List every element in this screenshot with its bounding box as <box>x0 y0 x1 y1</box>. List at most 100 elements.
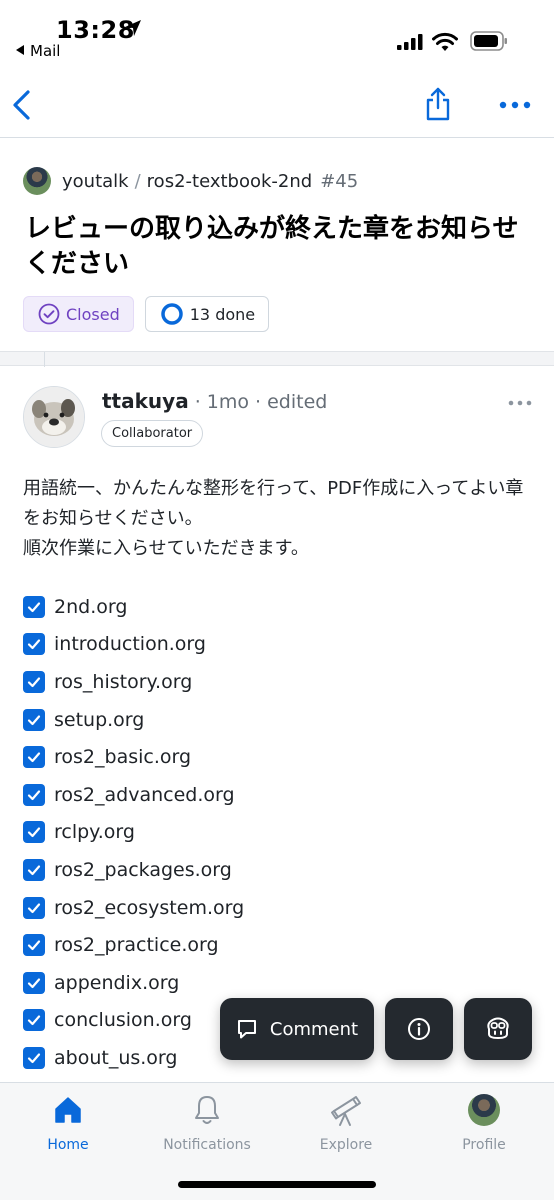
task-checkbox[interactable] <box>23 595 45 618</box>
comment-button-label: Comment <box>269 1018 359 1040</box>
task-item: ros2_practice.org <box>23 926 244 964</box>
task-item: 2nd.org <box>23 588 244 626</box>
checkmark-icon <box>27 902 41 913</box>
tab-profile-label: Profile <box>462 1137 506 1153</box>
task-label: ros_history.org <box>54 670 193 693</box>
task-checkbox[interactable] <box>23 670 45 693</box>
task-checkbox[interactable] <box>23 896 45 919</box>
copilot-button[interactable] <box>464 998 532 1060</box>
progress-ring-icon <box>161 303 183 325</box>
check-circle-icon <box>38 303 60 325</box>
bulldog-avatar-image <box>24 387 84 447</box>
collaborator-badge: Collaborator <box>101 420 204 447</box>
wifi-icon <box>432 32 458 51</box>
checkmark-icon <box>27 940 41 951</box>
task-item: ros2_advanced.org <box>23 776 244 814</box>
task-label: 2nd.org <box>54 595 128 618</box>
checkmark-icon <box>27 865 41 876</box>
task-item: ros2_packages.org <box>23 851 244 889</box>
task-label: setup.org <box>54 708 145 731</box>
back-chevron-icon[interactable] <box>10 88 34 122</box>
timeline-line <box>44 352 45 367</box>
task-label: ros2_ecosystem.org <box>54 896 245 919</box>
task-label: ros2_advanced.org <box>54 783 235 806</box>
task-item: ros2_ecosystem.org <box>23 889 244 927</box>
task-checkbox[interactable] <box>23 934 45 957</box>
cellular-signal-icon <box>397 34 423 50</box>
comment-more-icon[interactable] <box>508 399 532 407</box>
task-item: rclpy.org <box>23 814 244 852</box>
checkmark-icon <box>27 978 41 988</box>
navigation-bar <box>0 70 554 138</box>
task-label: ros2_packages.org <box>54 858 232 881</box>
tab-explore-label: Explore <box>319 1137 373 1153</box>
tab-notifications-label: Notifications <box>163 1137 251 1153</box>
checkmark-icon <box>27 752 41 763</box>
more-options-icon[interactable] <box>499 100 531 110</box>
task-item: appendix.org <box>23 964 244 1002</box>
repo-owner-link[interactable]: youtalk <box>62 171 129 192</box>
task-checkbox[interactable] <box>23 746 45 769</box>
task-label: appendix.org <box>54 971 180 994</box>
issue-title: レビューの取り込みが終えた章をお知らせください <box>25 214 519 279</box>
task-checkbox[interactable] <box>23 1009 45 1032</box>
task-checkbox[interactable] <box>23 971 45 994</box>
tab-home-label: Home <box>47 1137 89 1153</box>
task-checkbox[interactable] <box>23 858 45 881</box>
task-checkbox[interactable] <box>23 783 45 806</box>
issue-number: #45 <box>320 170 359 192</box>
tasks-done-label: 13 done <box>189 304 256 324</box>
task-checkbox[interactable] <box>23 633 45 656</box>
back-app-label: Mail <box>30 42 61 60</box>
repo-owner-avatar[interactable] <box>23 167 51 195</box>
comment-author-line: ttakuya · 1mo · edited <box>102 389 327 413</box>
section-divider <box>0 351 554 367</box>
checkmark-icon <box>27 827 41 838</box>
profile-avatar <box>468 1094 500 1126</box>
task-checkbox[interactable] <box>23 821 45 844</box>
tab-notifications[interactable]: Notifications <box>152 1093 262 1153</box>
task-label: introduction.org <box>54 633 206 656</box>
checkmark-icon <box>27 1053 41 1064</box>
repo-name-link[interactable]: ros2-textbook-2nd <box>147 171 313 192</box>
comment-author-avatar[interactable] <box>23 386 85 448</box>
task-label: ros2_basic.org <box>54 746 192 769</box>
info-icon <box>408 1018 430 1040</box>
speech-bubble-icon <box>237 1020 256 1039</box>
task-label: ros2_practice.org <box>54 934 219 957</box>
copilot-icon <box>487 1017 509 1040</box>
comment-meta: · 1mo · edited <box>194 391 328 413</box>
comment-body-paragraph-2: 順次作業に入らせていただきます。 <box>23 538 309 559</box>
location-arrow-icon <box>125 20 141 36</box>
comment-button[interactable]: Comment <box>220 998 374 1060</box>
issue-badges: Closed 13 done <box>23 296 270 332</box>
checkmark-icon <box>27 639 41 650</box>
back-to-app-link[interactable]: Mail <box>16 42 60 60</box>
home-icon <box>55 1097 81 1123</box>
closed-status-badge: Closed <box>23 296 134 332</box>
status-bar: 13:28 Mail <box>0 0 554 70</box>
checkmark-icon <box>27 602 41 612</box>
comment-author-name[interactable]: ttakuya <box>102 389 189 413</box>
task-label: about_us.org <box>54 1046 178 1069</box>
task-label: rclpy.org <box>54 821 135 844</box>
task-item: conclusion.org <box>23 1002 244 1040</box>
tab-profile[interactable]: Profile <box>429 1093 539 1153</box>
task-label: conclusion.org <box>54 1009 192 1032</box>
info-button[interactable] <box>385 998 453 1060</box>
task-item: about_us.org <box>23 1039 244 1077</box>
checkmark-icon <box>27 1015 41 1026</box>
task-item: setup.org <box>23 701 244 739</box>
tasks-done-badge[interactable]: 13 done <box>144 296 270 332</box>
breadcrumb-separator: / <box>134 170 141 192</box>
checkmark-icon <box>27 677 41 688</box>
task-checkbox[interactable] <box>23 1046 45 1069</box>
closed-label: Closed <box>66 304 120 324</box>
share-icon[interactable] <box>424 86 452 122</box>
checkmark-icon <box>27 790 41 800</box>
tab-home[interactable]: Home <box>13 1093 123 1153</box>
home-indicator <box>178 1181 376 1188</box>
tab-explore[interactable]: Explore <box>291 1093 401 1153</box>
bell-icon <box>195 1096 219 1124</box>
task-checkbox[interactable] <box>23 708 45 731</box>
